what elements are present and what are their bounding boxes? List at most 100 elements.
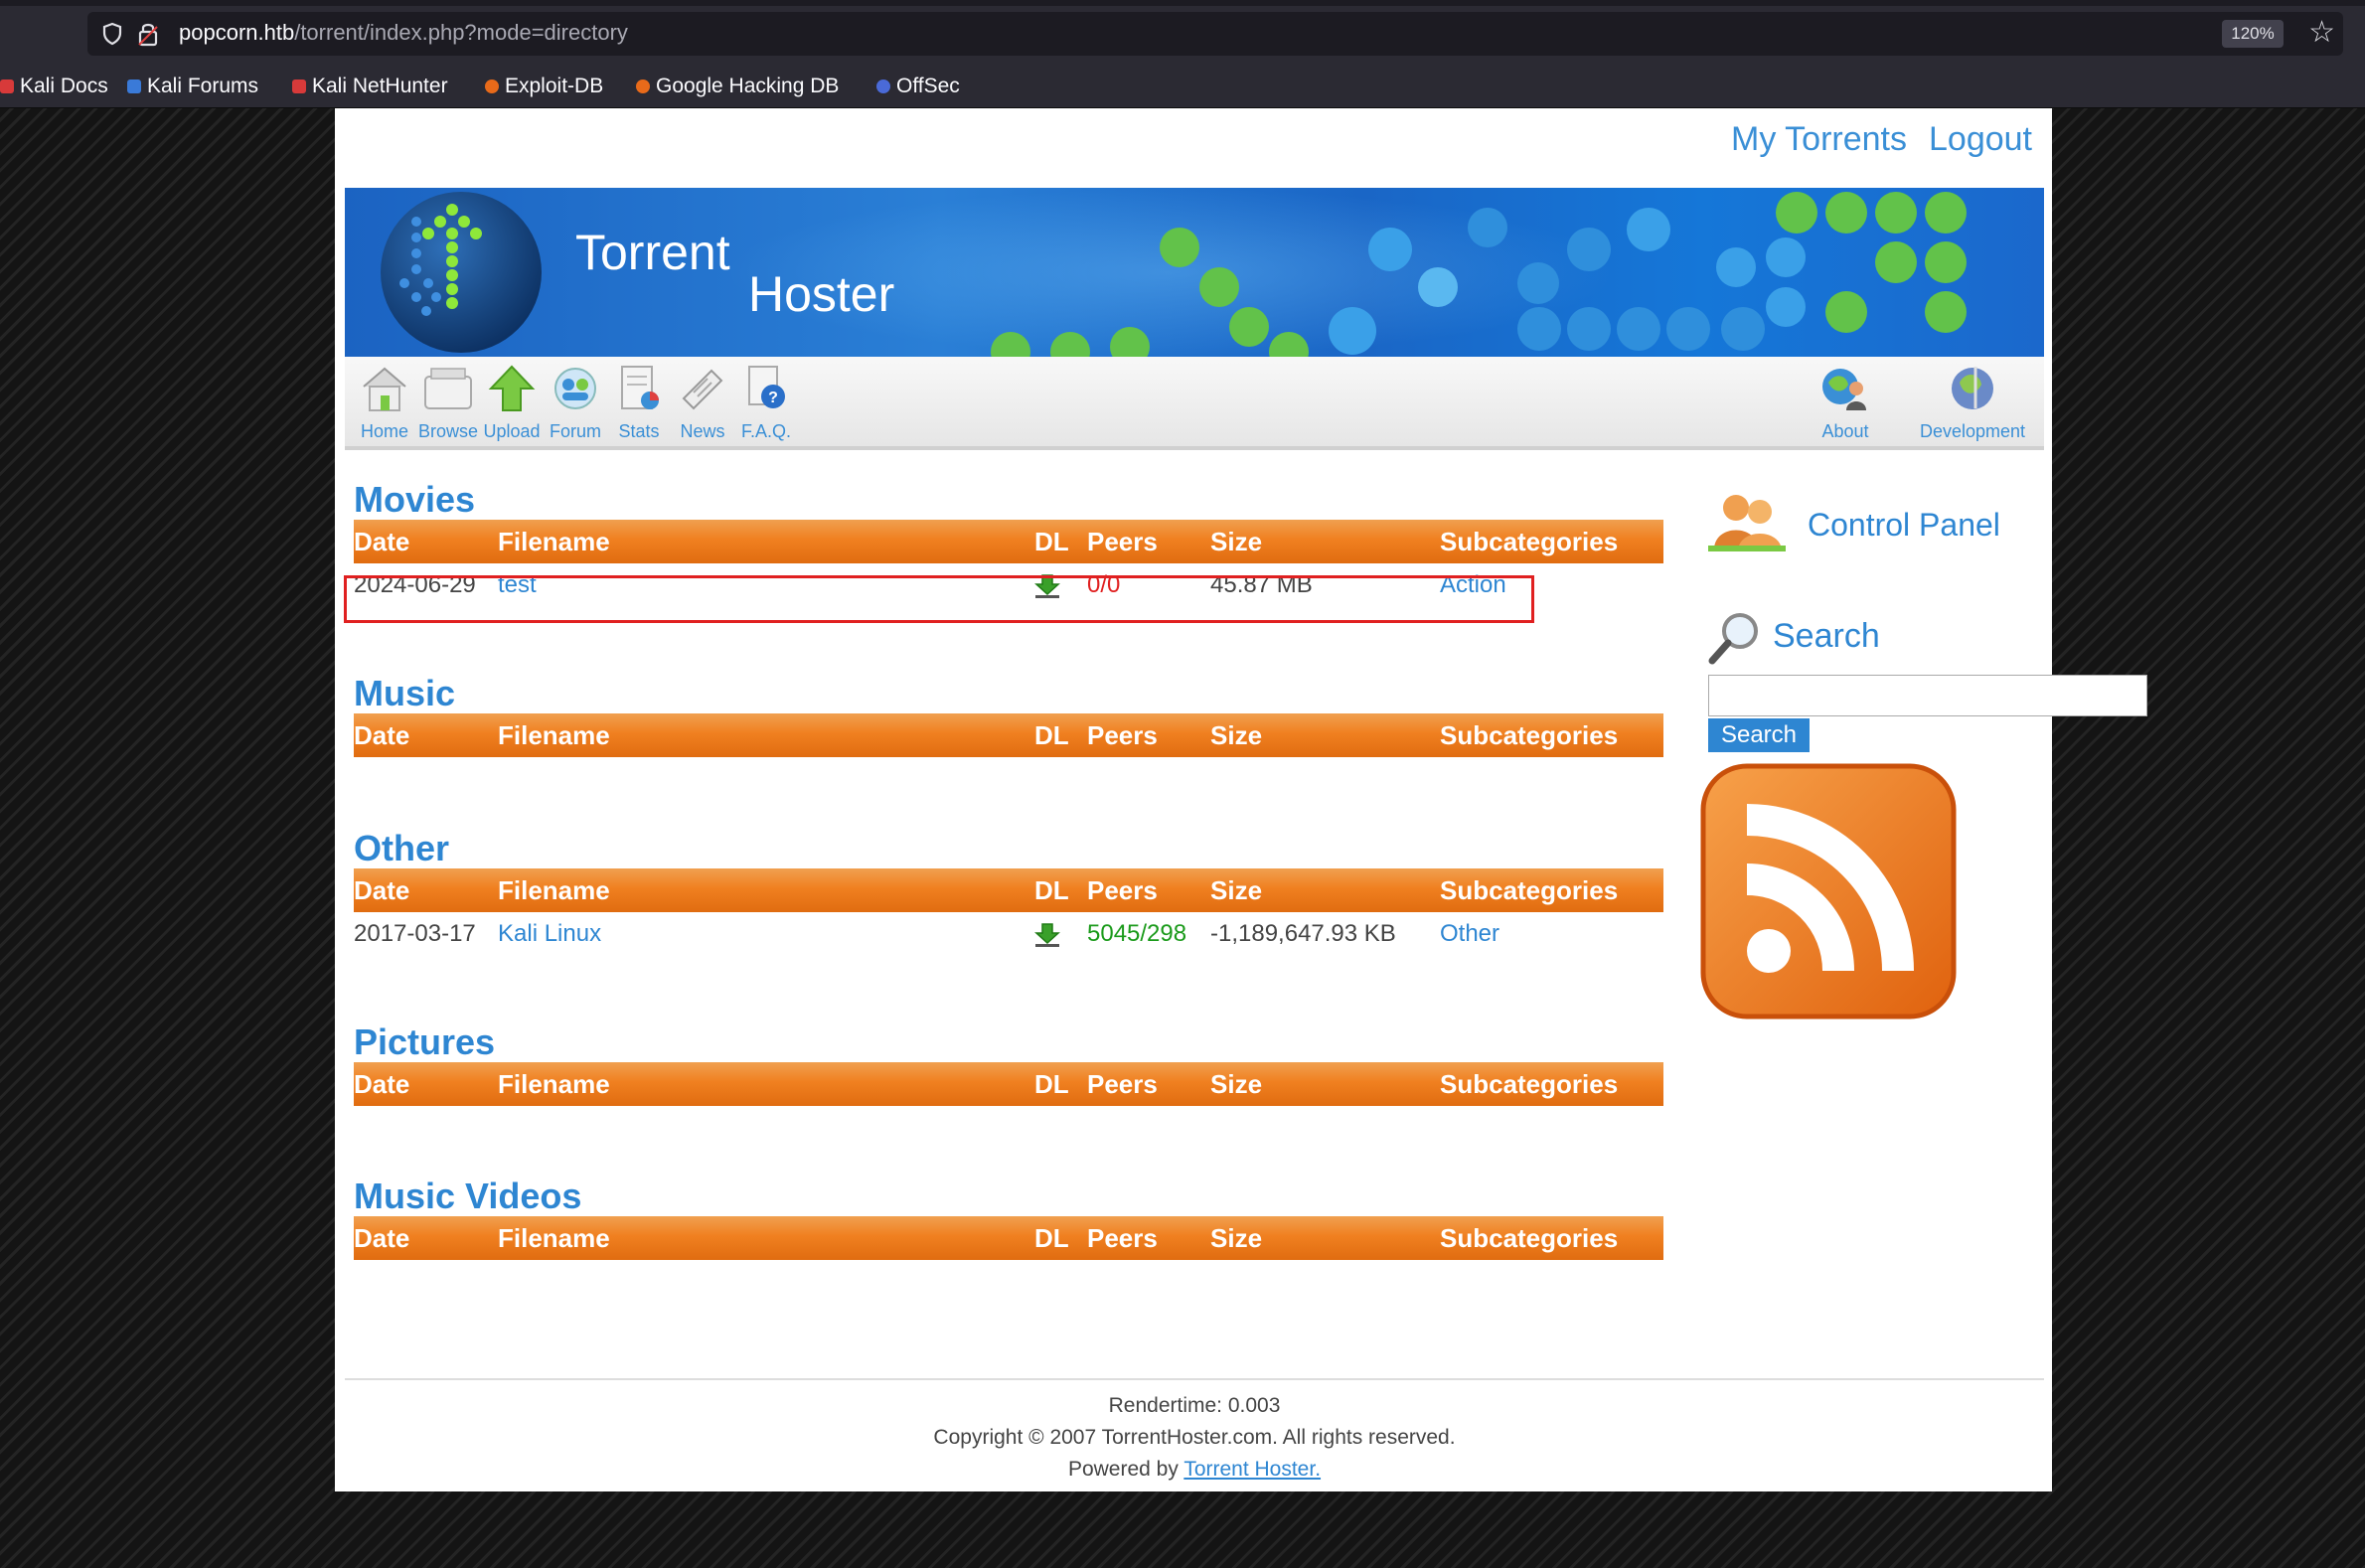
- banner-dot: [1567, 307, 1611, 351]
- column-header-dl[interactable]: DL: [1034, 520, 1069, 563]
- news-icon: [682, 369, 723, 410]
- zoom-indicator[interactable]: 120%: [2222, 20, 2284, 48]
- column-header-size[interactable]: Size: [1210, 868, 1262, 912]
- banner-dot: [1776, 192, 1817, 234]
- search-button[interactable]: Search: [1708, 718, 1810, 752]
- banner-dot: [1875, 192, 1917, 234]
- nav-faq[interactable]: ? F.A.Q.: [726, 363, 806, 442]
- banner-dot: [1229, 307, 1269, 347]
- control-panel-link[interactable]: Control Panel: [1808, 507, 2000, 544]
- powered-by: Powered by Torrent Hoster.: [345, 1454, 2044, 1486]
- column-header-size[interactable]: Size: [1210, 713, 1262, 757]
- nav-label: About: [1821, 421, 1869, 441]
- kali-nethunter-icon: [292, 79, 306, 93]
- banner-dot: [1329, 307, 1376, 355]
- bookmark-label: Google Hacking DB: [656, 75, 840, 97]
- torrent-logo-icon: [381, 192, 542, 353]
- column-header-date[interactable]: Date: [354, 520, 409, 563]
- column-header-peers[interactable]: Peers: [1087, 713, 1158, 757]
- column-header-dl[interactable]: DL: [1034, 713, 1069, 757]
- section-title[interactable]: Pictures: [354, 1022, 1663, 1062]
- column-header-filename[interactable]: Filename: [498, 520, 610, 563]
- bookmark-exploit-db[interactable]: Exploit-DB: [485, 72, 603, 101]
- control-panel-icon[interactable]: [1708, 488, 1786, 553]
- column-header-subcategories[interactable]: Subcategories: [1440, 1216, 1618, 1260]
- banner-dot: [1716, 247, 1756, 287]
- column-header-date[interactable]: Date: [354, 1062, 409, 1106]
- column-header-filename[interactable]: Filename: [498, 1062, 610, 1106]
- logo-title-line2: Hoster: [748, 266, 895, 322]
- section-music-videos: Music Videos Date Filename DL Peers Size Subca…: [354, 1176, 1663, 1260]
- bookmark-kali-docs[interactable]: Kali Docs: [0, 72, 108, 101]
- column-header-subcategories[interactable]: Subcategories: [1440, 868, 1618, 912]
- address-bar[interactable]: popcorn.htb/torrent/index.php?mode=direc…: [87, 12, 2343, 56]
- section-title[interactable]: Other: [354, 829, 1663, 868]
- column-header-peers[interactable]: Peers: [1087, 1216, 1158, 1260]
- column-header-date[interactable]: Date: [354, 713, 409, 757]
- magnifier-icon: [1708, 613, 1758, 665]
- section-pictures: Pictures Date Filename DL Peers Size Subcatego…: [354, 1022, 1663, 1106]
- column-header-date[interactable]: Date: [354, 1216, 409, 1260]
- banner-dot: [1925, 291, 1967, 333]
- column-header-subcategories[interactable]: Subcategories: [1440, 520, 1618, 563]
- banner-dot: [1617, 307, 1660, 351]
- bookmark-kali-nethunter[interactable]: Kali NetHunter: [292, 72, 448, 101]
- bookmark-offsec[interactable]: OffSec: [876, 72, 960, 101]
- bookmark-google-hacking-db[interactable]: Google Hacking DB: [636, 72, 839, 101]
- banner-dot: [1825, 291, 1867, 333]
- bookmark-star-icon[interactable]: ☆: [2308, 18, 2335, 48]
- section-title[interactable]: Music: [354, 674, 1663, 713]
- row-subcategory[interactable]: Other: [1440, 912, 1499, 956]
- url-path: /torrent/index.php?mode=directory: [294, 20, 628, 45]
- my-torrents-link[interactable]: My Torrents: [1731, 120, 1907, 158]
- nav-label: Development: [1919, 421, 2026, 441]
- column-header-dl[interactable]: DL: [1034, 868, 1069, 912]
- column-header-subcategories[interactable]: Subcategories: [1440, 713, 1618, 757]
- column-header-size[interactable]: Size: [1210, 1062, 1262, 1106]
- banner-dot: [1766, 237, 1806, 277]
- banner-dot: [1468, 208, 1507, 247]
- column-header-filename[interactable]: Filename: [498, 713, 610, 757]
- banner-dot: [1517, 262, 1559, 304]
- logo-title-line1: Torrent: [575, 225, 730, 280]
- search-input[interactable]: [1708, 675, 2147, 716]
- torrent-hoster-link[interactable]: Torrent Hoster.: [1183, 1458, 1321, 1481]
- section-title[interactable]: Music Videos: [354, 1176, 1663, 1216]
- row-date: 2017-03-17: [354, 920, 476, 947]
- row-filename[interactable]: Kali Linux: [498, 912, 601, 956]
- table-header: Date Filename DL Peers Size Subcategories: [354, 868, 1663, 912]
- bookmark-kali-forums[interactable]: Kali Forums: [127, 72, 258, 101]
- google-hacking-db-icon: [636, 79, 650, 93]
- column-header-peers[interactable]: Peers: [1087, 520, 1158, 563]
- column-header-filename[interactable]: Filename: [498, 868, 610, 912]
- column-header-date[interactable]: Date: [354, 868, 409, 912]
- column-header-peers[interactable]: Peers: [1087, 868, 1158, 912]
- column-header-subcategories[interactable]: Subcategories: [1440, 1062, 1618, 1106]
- bookmark-label: Exploit-DB: [505, 75, 604, 97]
- section-title[interactable]: Movies: [354, 480, 1663, 520]
- banner-dot: [1627, 208, 1670, 251]
- banner-dot: [1766, 287, 1806, 327]
- shield-icon[interactable]: [101, 22, 123, 46]
- development-icon: [1952, 367, 1993, 409]
- url-host: popcorn.htb: [179, 20, 295, 45]
- download-icon[interactable]: [1033, 922, 1061, 948]
- rss-feed-icon[interactable]: [1699, 762, 1958, 1020]
- column-header-size[interactable]: Size: [1210, 1216, 1262, 1260]
- column-header-size[interactable]: Size: [1210, 520, 1262, 563]
- banner-dot: [1517, 307, 1561, 351]
- url-text[interactable]: popcorn.htb/torrent/index.php?mode=direc…: [179, 20, 628, 46]
- table-header: Date Filename DL Peers Size Subcategories: [354, 713, 1663, 757]
- bookmarks-bar: Kali Docs Kali Forums Kali NetHunter Exp…: [0, 66, 2365, 108]
- column-header-dl[interactable]: DL: [1034, 1062, 1069, 1106]
- column-header-dl[interactable]: DL: [1034, 1216, 1069, 1260]
- section-other: Other Date Filename DL Peers Size Subcategorie…: [354, 829, 1663, 956]
- column-header-filename[interactable]: Filename: [498, 1216, 610, 1260]
- nav-about[interactable]: About: [1806, 363, 1885, 442]
- lock-icon[interactable]: [137, 21, 159, 47]
- stats-icon: [621, 366, 659, 409]
- logout-link[interactable]: Logout: [1929, 120, 2032, 158]
- nav-development[interactable]: Development: [1913, 363, 2032, 442]
- column-header-peers[interactable]: Peers: [1087, 1062, 1158, 1106]
- browse-icon: [424, 368, 472, 409]
